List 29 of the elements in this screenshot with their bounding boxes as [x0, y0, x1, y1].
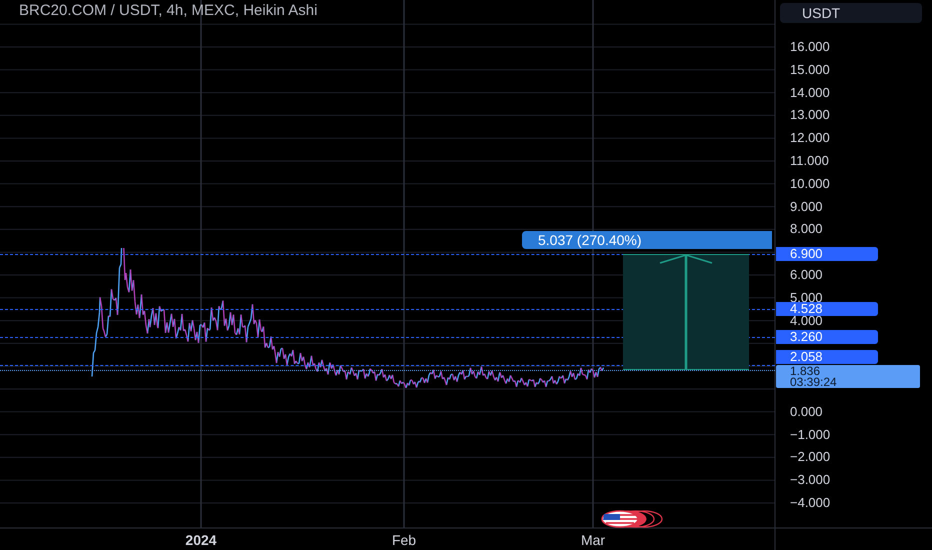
price-axis-label: −1.000: [790, 428, 830, 442]
time-axis-label: Feb: [392, 532, 416, 548]
price-axis-label: 14.000: [790, 86, 830, 100]
time-axis-label: 2024: [185, 532, 217, 548]
price-axis-label: 12.000: [790, 131, 830, 146]
price-axis-label: 10.000: [790, 176, 830, 191]
price-axis-label: −4.000: [790, 496, 830, 510]
price-axis-label: −3.000: [790, 473, 830, 488]
price-tag: 4.528: [776, 302, 878, 316]
price-tag: 6.900: [776, 247, 878, 262]
price-axis-label: 9.000: [790, 200, 823, 214]
countdown-timer: 03:39:24: [790, 376, 838, 388]
price-axis-label: 16.000: [790, 40, 830, 54]
price-tag: 3.260: [776, 330, 878, 344]
price-axis-label: 4.000: [790, 314, 823, 328]
up-arrow-icon: [658, 254, 714, 370]
price-axis-label: 6.000: [790, 268, 823, 282]
measure-label: 5.037 (270.40%): [522, 231, 772, 249]
currency-button[interactable]: USDT: [780, 3, 922, 23]
price-axis-label: 13.000: [790, 108, 830, 122]
price-tag: 2.058: [776, 350, 878, 364]
time-axis-label: Mar: [580, 532, 606, 548]
price-axis-label: 8.000: [790, 222, 823, 236]
last-price: 1.836: [790, 366, 820, 377]
price-axis-label: −2.000: [790, 450, 830, 464]
price-axis-label: 15.000: [790, 62, 830, 77]
price-axis-label: 0.000: [790, 404, 823, 419]
chart-title: BRC20.COM / USDT, 4h, MEXC, Heikin Ashi: [19, 2, 318, 20]
price-axis-label: 11.000: [790, 154, 829, 168]
